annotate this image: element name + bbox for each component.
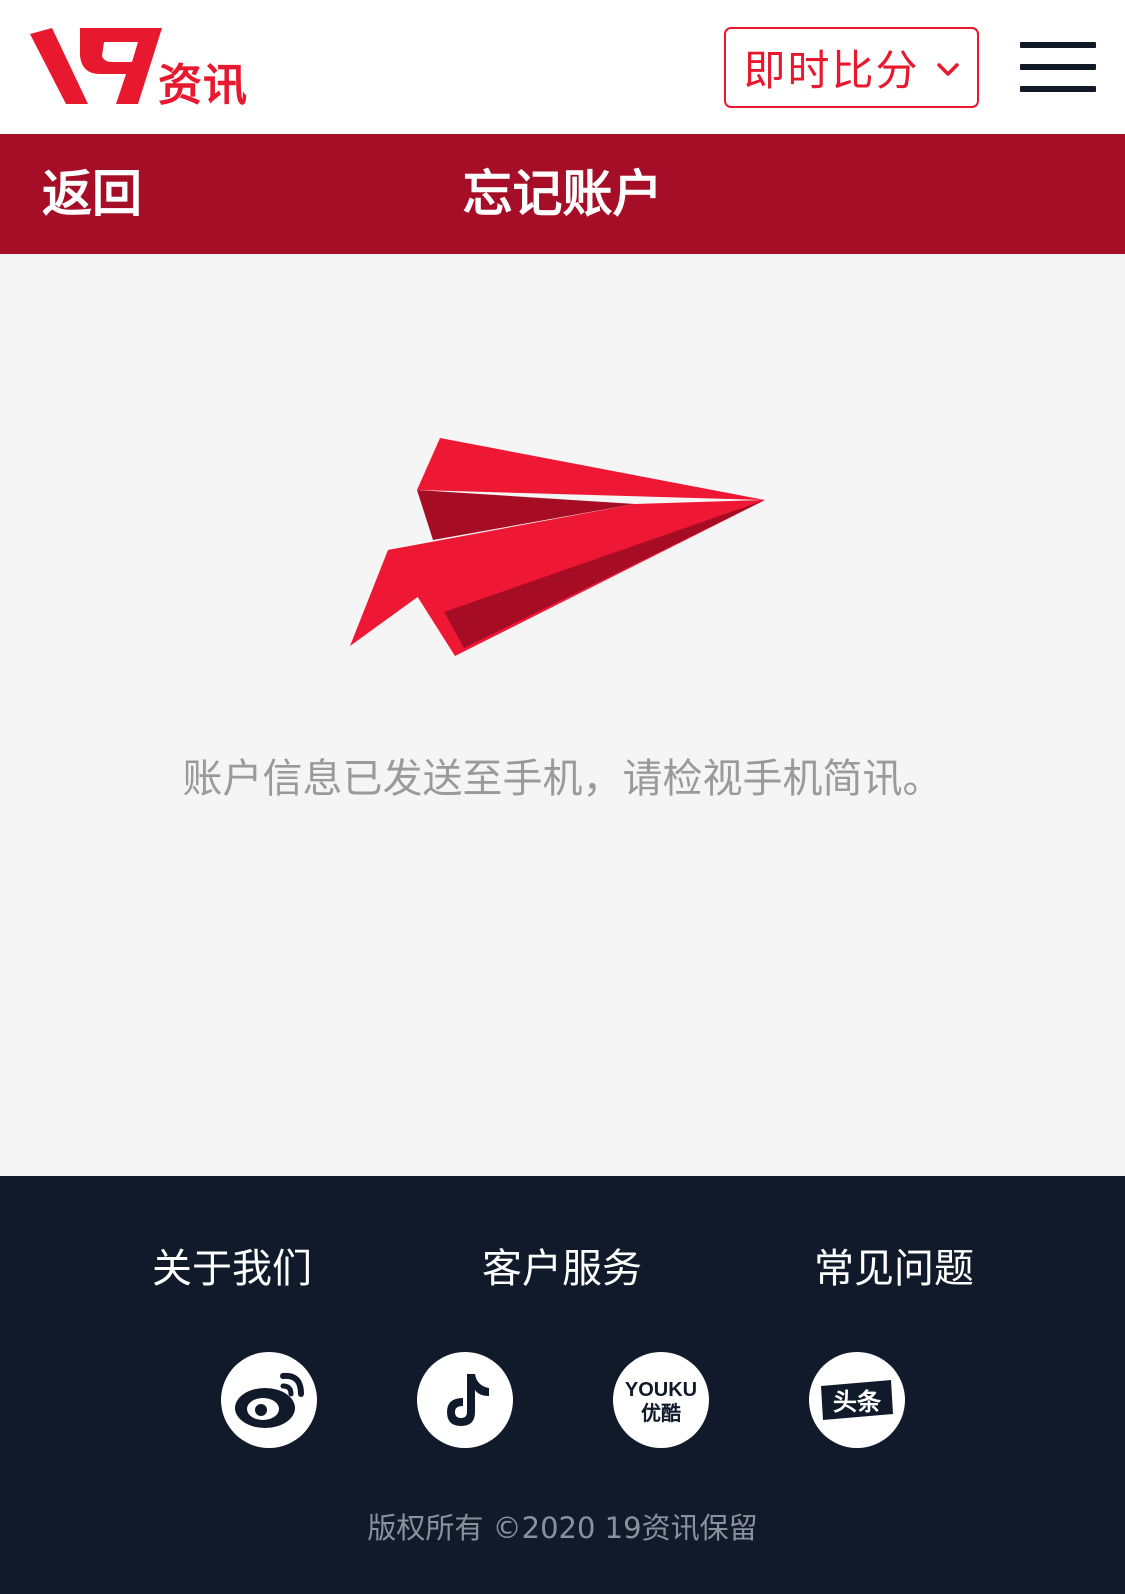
menu-line [1020,86,1096,92]
menu-line [1020,42,1096,48]
logo-19-mark [30,28,162,104]
toutiao-icon[interactable]: 头条 [809,1352,905,1448]
status-message: 账户信息已发送至手机，请检视手机简讯。 [182,756,943,802]
douyin-icon[interactable] [417,1352,513,1448]
title-bar: 忘记账户 返回 [0,134,1125,254]
footer-link-about[interactable]: 关于我们 [112,1244,352,1294]
footer-link-service[interactable]: 客户服务 [442,1244,682,1294]
footer-link-faq[interactable]: 常见问题 [774,1244,1014,1294]
footer: 关于我们 客户服务 常见问题 YOUKU 优酷 头条 版权所有 ©2020 19… [0,1176,1125,1594]
weibo-icon[interactable] [221,1352,317,1448]
youku-text: YOUKU [625,1379,697,1401]
paper-plane-icon [350,438,765,656]
main-content: 账户信息已发送至手机，请检视手机简讯。 [0,254,1125,1176]
live-score-dropdown[interactable]: 即时比分 [724,27,979,108]
hamburger-menu-icon[interactable] [1020,40,1096,94]
logo-text: 资讯 [158,60,248,111]
site-logo[interactable]: 资讯 [30,26,260,110]
youku-subtext: 优酷 [641,1401,681,1425]
live-score-label: 即时比分 [743,46,920,95]
copyright-text: 版权所有 ©2020 19资讯保留 [367,1511,758,1545]
toutiao-text: 头条 [833,1388,882,1416]
chevron-down-icon [936,62,959,76]
youku-icon[interactable]: YOUKU 优酷 [613,1352,709,1448]
page-title: 忘记账户 [462,165,663,223]
youku-glyph: YOUKU 优酷 [625,1379,697,1425]
back-button[interactable]: 返回 [42,164,142,224]
top-header: 资讯 即时比分 [0,0,1125,134]
menu-line [1020,64,1096,70]
douyin-glyph [447,1374,489,1426]
weibo-glyph [235,1372,304,1428]
toutiao-glyph: 头条 [821,1380,893,1420]
